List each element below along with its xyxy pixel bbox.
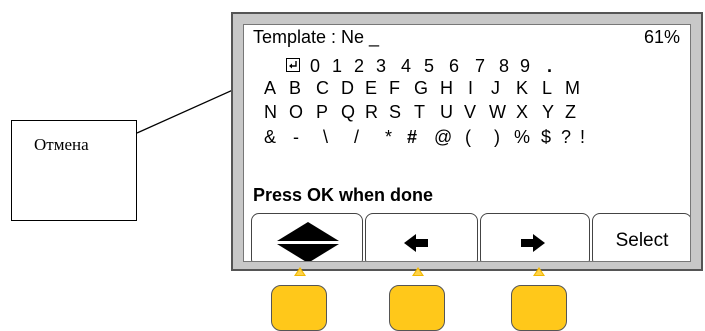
key-char[interactable]: % <box>514 126 530 148</box>
key-char[interactable]: R <box>365 101 378 123</box>
key-char[interactable]: I <box>468 77 473 99</box>
key-char[interactable]: V <box>464 101 476 123</box>
key-char[interactable]: @ <box>434 126 452 148</box>
callout-label: Отмена <box>34 135 89 154</box>
keyboard-row-a-m: A B C D E F G H I J K L M <box>244 77 690 99</box>
key-char[interactable]: U <box>440 101 453 123</box>
select-label: Select <box>615 230 669 251</box>
key-char[interactable]: X <box>516 101 528 123</box>
key-char[interactable]: * <box>385 126 392 148</box>
lcd-screen: Template : Ne _ 61% 0 1 2 3 4 5 6 7 8 9 … <box>243 24 691 262</box>
key-char[interactable]: O <box>289 101 303 123</box>
key-char[interactable]: ! <box>580 126 585 148</box>
hardware-button-1[interactable] <box>271 285 327 331</box>
softkey-left[interactable] <box>365 213 478 261</box>
key-char[interactable]: S <box>389 101 401 123</box>
key-char[interactable]: 5 <box>424 55 434 77</box>
hardware-button-2[interactable] <box>389 285 445 331</box>
device-frame: Template : Ne _ 61% 0 1 2 3 4 5 6 7 8 9 … <box>231 12 703 271</box>
key-char[interactable]: 0 <box>310 55 320 77</box>
battery-level: 61% <box>643 27 680 47</box>
key-char[interactable]: G <box>414 77 428 99</box>
key-char[interactable]: # <box>407 126 417 148</box>
key-char[interactable]: ( <box>465 126 471 148</box>
enter-return-icon[interactable] <box>286 58 300 72</box>
key-char[interactable]: M <box>565 77 580 99</box>
key-char[interactable]: 2 <box>354 55 364 77</box>
key-char[interactable]: Z <box>565 101 576 123</box>
keyboard-row-n-z: N O P Q R S T U V W X Y Z <box>244 101 690 123</box>
key-char[interactable]: N <box>264 101 277 123</box>
callout-box: Отмена <box>11 120 137 221</box>
button-pointer-icon <box>294 267 306 276</box>
key-char[interactable]: F <box>389 77 400 99</box>
key-char[interactable]: 6 <box>449 55 459 77</box>
right-arrow-icon <box>521 234 545 252</box>
key-char[interactable]: Q <box>341 101 355 123</box>
up-down-icon <box>277 222 339 261</box>
key-char[interactable]: D <box>341 77 354 99</box>
key-char[interactable]: H <box>440 77 453 99</box>
key-char[interactable]: E <box>365 77 377 99</box>
key-char[interactable]: 3 <box>376 55 386 77</box>
key-char[interactable]: ) <box>494 126 500 148</box>
key-char[interactable]: P <box>316 101 328 123</box>
key-char[interactable]: C <box>316 77 329 99</box>
key-char[interactable]: & <box>264 126 276 148</box>
key-char[interactable]: \ <box>323 126 328 148</box>
key-char[interactable]: / <box>354 126 359 148</box>
softkey-up-down[interactable] <box>251 213 363 261</box>
keyboard-row-symbols: & - \ / * # @ ( ) % $ ? ! <box>244 126 690 148</box>
key-char[interactable]: 7 <box>475 55 485 77</box>
key-char[interactable]: ? <box>561 126 571 148</box>
key-char[interactable]: A <box>264 77 276 99</box>
key-char[interactable]: L <box>542 77 552 99</box>
template-title: Template : Ne _ <box>253 27 380 47</box>
key-char[interactable]: W <box>489 101 506 123</box>
button-pointer-icon <box>412 267 424 276</box>
key-char[interactable]: 8 <box>499 55 509 77</box>
key-char[interactable]: T <box>414 101 425 123</box>
softkey-right[interactable] <box>480 213 590 261</box>
prompt-text: Press OK when done <box>253 185 434 205</box>
keyboard-row-digits: 0 1 2 3 4 5 6 7 8 9 . <box>244 55 690 77</box>
key-char[interactable]: - <box>293 126 299 148</box>
key-char[interactable]: B <box>289 77 301 99</box>
key-char[interactable]: $ <box>541 126 551 148</box>
key-char[interactable]: . <box>547 55 552 77</box>
softkey-select[interactable]: Select <box>592 213 690 261</box>
key-char[interactable]: Y <box>542 101 554 123</box>
left-arrow-icon <box>404 234 428 252</box>
hardware-button-3[interactable] <box>511 285 567 331</box>
key-char[interactable]: 9 <box>520 55 530 77</box>
key-char[interactable]: 4 <box>401 55 411 77</box>
key-char[interactable]: 1 <box>332 55 342 77</box>
key-char[interactable]: K <box>516 77 528 99</box>
key-char[interactable]: J <box>491 77 500 99</box>
button-pointer-icon <box>533 267 545 276</box>
